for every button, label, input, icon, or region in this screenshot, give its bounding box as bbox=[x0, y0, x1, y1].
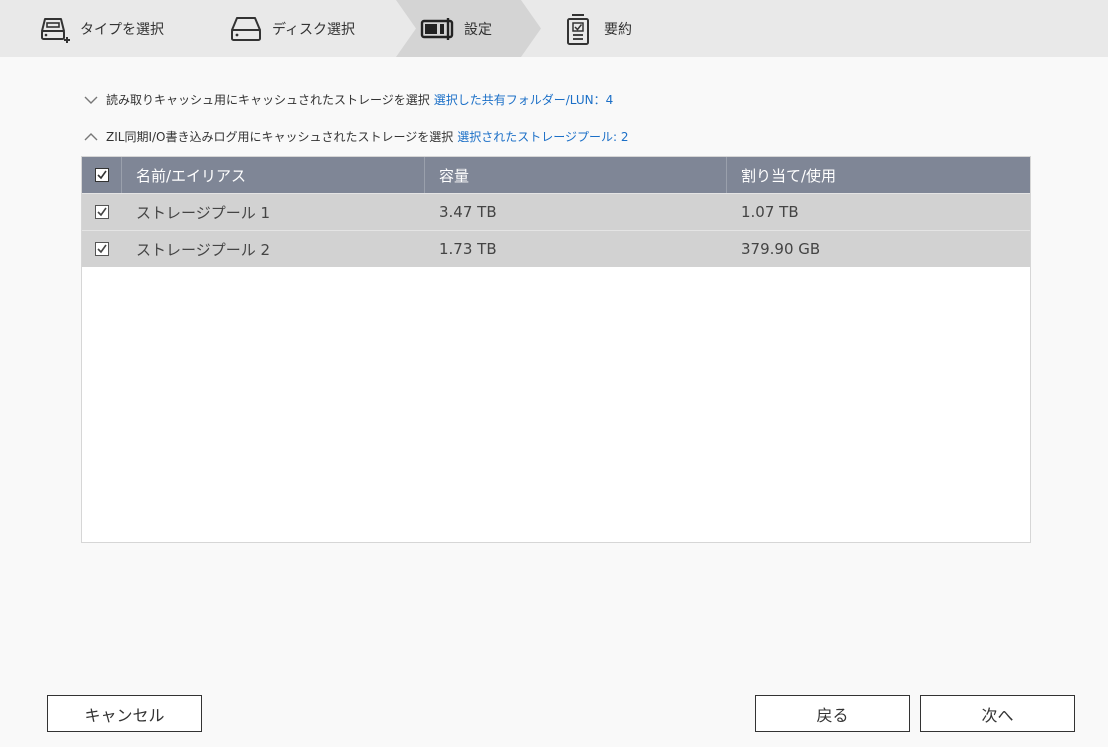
step-settings: 設定 bbox=[420, 0, 492, 57]
select-all-cell bbox=[82, 157, 122, 193]
step-label: 設定 bbox=[464, 21, 492, 38]
pool-allocated: 379.90 GB bbox=[741, 240, 821, 258]
table-row[interactable]: ストレージプール 2 1.73 TB 379.90 GB bbox=[82, 230, 1030, 267]
read-cache-label: 読み取りキャッシュ用にキャッシュされたストレージを選択 bbox=[106, 93, 430, 107]
step-label: タイプを選択 bbox=[80, 21, 164, 38]
read-cache-selected-link[interactable]: 選択した共有フォルダー/LUN：4 bbox=[434, 91, 614, 108]
read-cache-section-toggle[interactable]: 読み取りキャッシュ用にキャッシュされたストレージを選択 選択した共有フォルダー/… bbox=[84, 91, 613, 108]
chevron-up-icon bbox=[84, 130, 98, 144]
row-checkbox-cell bbox=[82, 194, 122, 230]
summary-clipboard-icon bbox=[560, 11, 596, 47]
zil-cache-selected-link[interactable]: 選択されたストレージプール: 2 bbox=[457, 128, 628, 145]
column-header-capacity[interactable]: 容量 bbox=[425, 157, 727, 193]
step-label: ディスク選択 bbox=[272, 21, 356, 38]
pool-capacity: 1.73 TB bbox=[439, 240, 497, 258]
select-all-checkbox[interactable] bbox=[94, 168, 109, 182]
zil-cache-section-toggle[interactable]: ZIL同期I/O書き込みログ用にキャッシュされたストレージを選択 選択されたスト… bbox=[84, 128, 629, 145]
disk-icon bbox=[228, 11, 264, 47]
step-label: 要約 bbox=[604, 21, 632, 38]
pool-capacity: 3.47 TB bbox=[439, 203, 497, 221]
column-header-allocated[interactable]: 割り当て/使用 bbox=[727, 157, 1030, 193]
row-checkbox[interactable] bbox=[95, 242, 109, 256]
step-select-disk: ディスク選択 bbox=[228, 0, 355, 57]
next-button[interactable]: 次へ bbox=[920, 695, 1075, 732]
back-button[interactable]: 戻る bbox=[755, 695, 910, 732]
table-row[interactable]: ストレージプール 1 3.47 TB 1.07 TB bbox=[82, 193, 1030, 230]
drive-add-icon bbox=[36, 11, 72, 47]
storage-pool-table: 名前/エイリアス 容量 割り当て/使用 ストレージプール 1 3.47 TB 1… bbox=[81, 156, 1031, 543]
step-summary: 要約 bbox=[560, 0, 632, 57]
pool-name: ストレージプール 2 bbox=[136, 240, 271, 259]
settings-icon bbox=[420, 11, 456, 47]
column-header-name[interactable]: 名前/エイリアス bbox=[122, 157, 425, 193]
pool-name: ストレージプール 1 bbox=[136, 203, 271, 222]
zil-cache-label: ZIL同期I/O書き込みログ用にキャッシュされたストレージを選択 bbox=[106, 130, 454, 144]
step-select-type: タイプを選択 bbox=[36, 0, 164, 57]
row-checkbox[interactable] bbox=[95, 205, 109, 219]
wizard-step-bar: タイプを選択 ディスク選択 設定 要約 bbox=[0, 0, 1108, 57]
row-checkbox-cell bbox=[82, 231, 122, 267]
chevron-down-icon bbox=[84, 93, 98, 107]
pool-allocated: 1.07 TB bbox=[741, 203, 799, 221]
table-header: 名前/エイリアス 容量 割り当て/使用 bbox=[82, 157, 1030, 193]
cancel-button[interactable]: キャンセル bbox=[47, 695, 202, 732]
